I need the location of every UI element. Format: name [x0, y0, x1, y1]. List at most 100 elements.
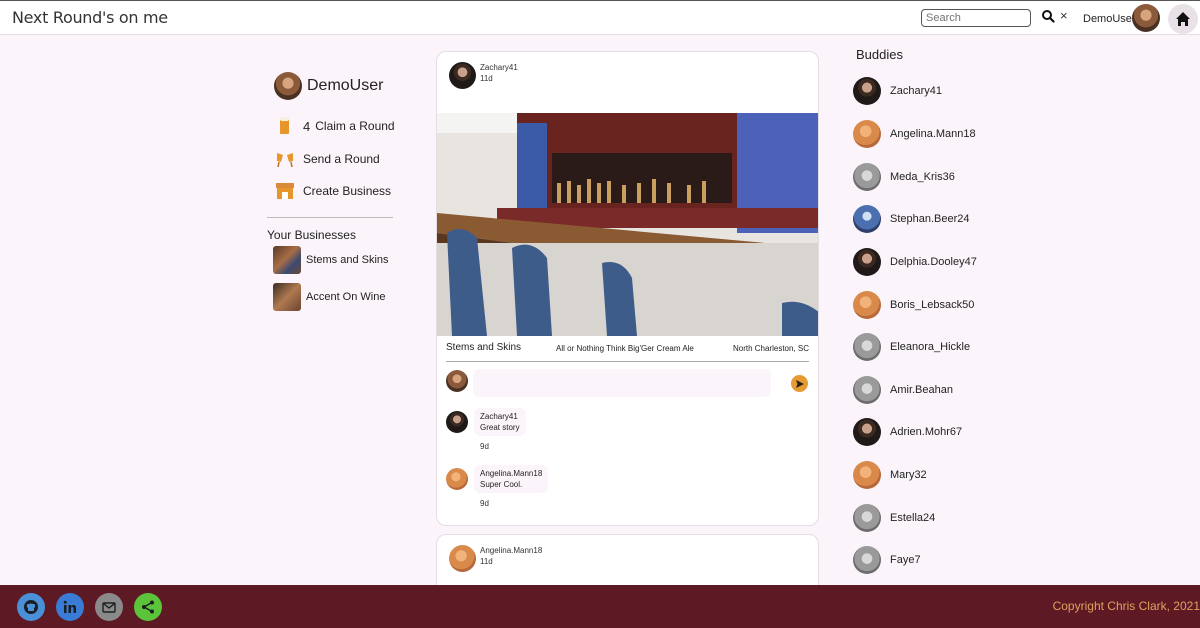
comment-text: Super Cool.	[480, 480, 523, 489]
post-meta: Zachary41 11d	[480, 62, 518, 89]
comment-author[interactable]: Zachary41	[480, 411, 520, 422]
buddy-name: Delphia.Dooley47	[890, 256, 977, 268]
post-author[interactable]: Zachary41	[480, 62, 518, 73]
github-link[interactable]	[17, 593, 45, 621]
comment-bubble: Angelina.Mann18 Super Cool.	[474, 465, 549, 493]
home-button[interactable]	[1168, 4, 1198, 34]
your-businesses-heading: Your Businesses	[267, 228, 356, 242]
send-comment-button[interactable]	[791, 375, 808, 392]
buddy-item[interactable]: Meda_Kris36	[853, 163, 955, 191]
buddy-avatar	[853, 504, 881, 532]
create-business-link[interactable]: Create Business	[273, 180, 413, 202]
claim-round-link[interactable]: 4 Claim a Round	[273, 115, 413, 137]
store-icon	[273, 180, 297, 202]
comment-item: Angelina.Mann18 Super Cool. 9d	[446, 465, 549, 508]
business-item-accent-on-wine[interactable]: Accent On Wine	[273, 283, 385, 311]
buddy-item[interactable]: Amir.Beahan	[853, 376, 953, 404]
send-round-link[interactable]: Send a Round	[273, 148, 413, 170]
comment-author[interactable]: Angelina.Mann18	[480, 468, 542, 479]
comment-composer	[446, 369, 810, 399]
buddy-name: Angelina.Mann18	[890, 128, 976, 140]
buddy-name: Eleanora_Hickle	[890, 341, 971, 353]
cheers-icon	[273, 148, 297, 170]
buddy-avatar	[853, 333, 881, 361]
buddy-name: Amir.Beahan	[890, 384, 953, 396]
business-item-stems-and-skins[interactable]: Stems and Skins	[273, 246, 389, 274]
post-location: North Charleston, SC	[732, 344, 809, 353]
profile-avatar[interactable]	[274, 72, 302, 100]
post-author-avatar[interactable]	[449, 545, 476, 572]
buddy-item[interactable]: Zachary41	[853, 77, 942, 105]
send-round-label: Send a Round	[303, 152, 380, 166]
mail-icon	[102, 602, 116, 613]
buddies-heading: Buddies	[856, 47, 903, 62]
buddy-avatar	[853, 120, 881, 148]
post-card: Zachary41 11d Stems and Skins All or Not…	[436, 51, 819, 526]
app-brand[interactable]: Next Round's on me	[12, 8, 168, 27]
buddy-name: Stephan.Beer24	[890, 213, 970, 225]
buddy-avatar	[853, 546, 881, 574]
header-username[interactable]: DemoUser	[1083, 13, 1136, 25]
comment-item: Zachary41 Great story 9d	[446, 408, 526, 451]
post-author-avatar[interactable]	[449, 62, 476, 89]
share-link[interactable]	[134, 593, 162, 621]
email-link[interactable]	[95, 593, 123, 621]
buddy-item[interactable]: Eleanora_Hickle	[853, 333, 970, 361]
buddy-name: Adrien.Mohr67	[890, 426, 963, 438]
beer-icon	[273, 115, 297, 137]
buddy-item[interactable]: Stephan.Beer24	[853, 205, 970, 233]
post-header: Angelina.Mann18 11d	[449, 545, 542, 572]
buddy-item[interactable]: Estella24	[853, 504, 935, 532]
comment-bubble: Zachary41 Great story	[474, 408, 526, 436]
comment-text: Great story	[480, 423, 520, 432]
buddy-item[interactable]: Delphia.Dooley47	[853, 248, 977, 276]
comment-age: 9d	[480, 442, 489, 451]
buddy-name: Estella24	[890, 512, 936, 524]
create-business-label: Create Business	[303, 184, 392, 198]
buddy-avatar	[853, 205, 881, 233]
share-icon	[142, 600, 154, 614]
buddy-avatar	[853, 77, 881, 105]
commenter-avatar	[446, 370, 468, 392]
buddy-avatar	[853, 418, 881, 446]
home-icon	[1176, 12, 1190, 26]
github-icon	[24, 600, 38, 614]
buddy-item[interactable]: Mary32	[853, 461, 927, 489]
buddy-name: Faye7	[890, 554, 921, 566]
buddy-avatar	[853, 376, 881, 404]
buddy-item[interactable]: Boris_Lebsack50	[853, 291, 974, 319]
linkedin-icon	[63, 600, 76, 613]
top-navbar: Next Round's on me × DemoUser	[0, 0, 1200, 35]
buddy-item[interactable]: Adrien.Mohr67	[853, 418, 962, 446]
post-item: All or Nothing Think Big'Ger Cream Ale	[556, 344, 694, 353]
footer: Copyright Chris Clark, 2021	[0, 585, 1200, 628]
post-header: Zachary41 11d	[449, 62, 518, 89]
post-meta: Angelina.Mann18 11d	[480, 545, 542, 572]
post-business[interactable]: Stems and Skins	[446, 342, 521, 353]
business-thumbnail	[273, 246, 301, 274]
search-button[interactable]	[1041, 9, 1055, 25]
buddy-name: Mary32	[890, 469, 927, 481]
header-avatar[interactable]	[1132, 4, 1160, 32]
search-icon	[1042, 10, 1055, 23]
buddy-item[interactable]: Faye7	[853, 546, 921, 574]
search-input[interactable]	[921, 9, 1031, 27]
business-thumbnail	[273, 283, 301, 311]
buddy-avatar	[853, 248, 881, 276]
business-label: Stems and Skins	[306, 254, 389, 266]
comment-author-avatar[interactable]	[446, 468, 468, 490]
clear-search-button[interactable]: ×	[1060, 8, 1068, 23]
buddy-item[interactable]: Angelina.Mann18	[853, 120, 976, 148]
linkedin-link[interactable]	[56, 593, 84, 621]
claim-count: 4	[303, 118, 311, 134]
comment-author-avatar[interactable]	[446, 411, 468, 433]
comment-input[interactable]	[473, 369, 771, 397]
sidebar-divider	[267, 217, 393, 218]
profile-username[interactable]: DemoUser	[307, 77, 383, 95]
post-info: Stems and Skins All or Nothing Think Big…	[446, 342, 809, 362]
comment-age: 9d	[480, 499, 489, 508]
buddy-avatar	[853, 291, 881, 319]
buddy-name: Meda_Kris36	[890, 171, 955, 183]
post-author[interactable]: Angelina.Mann18	[480, 545, 542, 556]
copyright-text: Copyright Chris Clark, 2021	[1052, 599, 1200, 613]
